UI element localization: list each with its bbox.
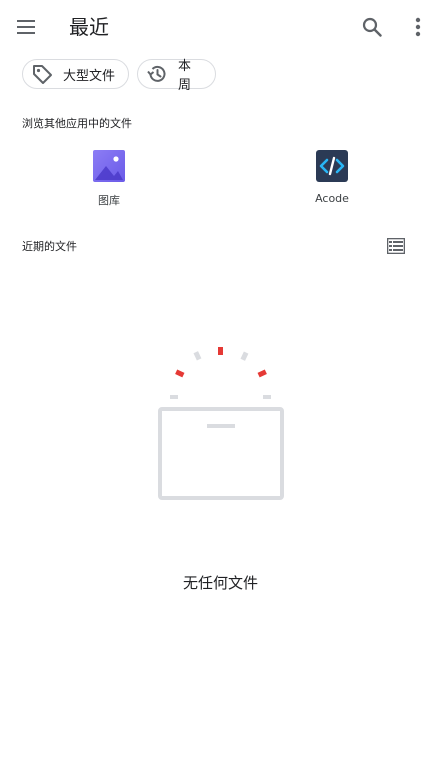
app-label: Acode	[315, 192, 349, 205]
gallery-app-tile[interactable]: 图库	[64, 150, 154, 208]
empty-box-icon	[158, 347, 284, 500]
app-label: 图库	[98, 194, 120, 207]
history-icon	[146, 63, 168, 85]
browse-other-apps-heading: 浏览其他应用中的文件	[22, 117, 132, 130]
top-app-bar: 最近	[0, 0, 441, 54]
search-icon[interactable]	[356, 11, 388, 43]
list-view-icon[interactable]	[385, 235, 407, 257]
tag-icon	[31, 63, 53, 85]
empty-state-message: 无任何文件	[182, 574, 258, 592]
hamburger-menu-icon[interactable]	[10, 11, 42, 43]
large-files-filter-chip[interactable]: 大型文件	[22, 59, 129, 89]
gallery-icon	[93, 150, 125, 182]
acode-app-tile[interactable]: Acode	[287, 150, 377, 205]
chip-label: 本周	[178, 59, 192, 93]
recent-files-heading: 近期的文件	[22, 240, 77, 253]
chip-label: 大型文件	[63, 68, 116, 84]
more-vert-icon[interactable]	[405, 11, 431, 43]
acode-icon	[316, 150, 348, 182]
this-week-filter-chip[interactable]: 本周	[137, 59, 216, 93]
page-title: 最近	[69, 15, 109, 39]
